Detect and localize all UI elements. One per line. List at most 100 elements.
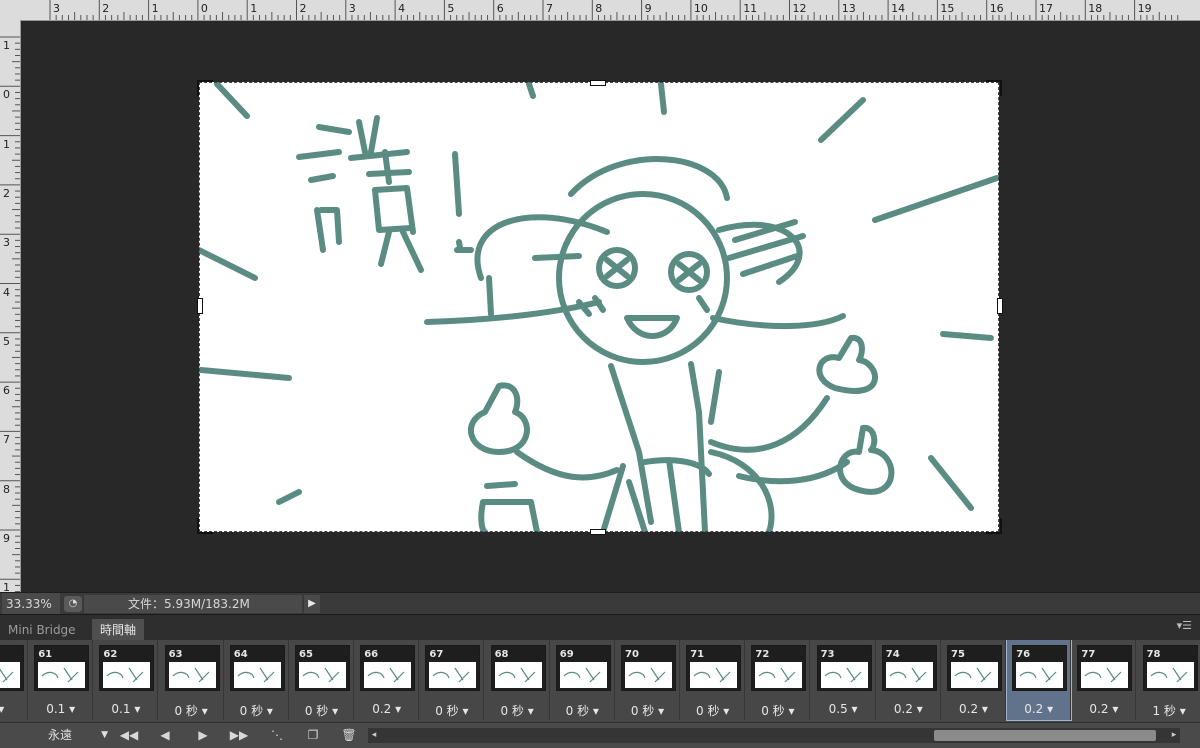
new-frame-icon[interactable]: ❐ xyxy=(302,726,324,745)
frame-delay[interactable]: 0 秒 ▾ xyxy=(551,702,614,719)
frame-preview-sketch xyxy=(628,667,666,683)
preview-stroke xyxy=(432,671,450,679)
frame-thumbnail: 76 xyxy=(1012,645,1068,691)
ruler-left-label: 2 xyxy=(3,186,10,200)
scroll-right-icon[interactable]: ▸ xyxy=(1168,728,1180,743)
transform-handle-bottom-right[interactable] xyxy=(986,518,1002,534)
frame-delay[interactable]: 0 秒 ▾ xyxy=(681,702,744,719)
frame-delay[interactable]: 0.2 ▾ xyxy=(1072,702,1135,716)
timeline-frame[interactable]: 65 0 秒 ▾ xyxy=(290,640,354,720)
ruler-top-label: 5 xyxy=(447,2,455,15)
preview-stroke xyxy=(520,667,530,681)
timeline-frame[interactable]: 66 0.2 ▾ xyxy=(355,640,420,720)
scroll-left-icon[interactable]: ◂ xyxy=(368,728,380,743)
timeline-frame[interactable]: 69 0 秒 ▾ xyxy=(551,640,615,720)
frame-preview-sketch xyxy=(563,667,601,683)
frame-delay[interactable]: 0.2 ▾ xyxy=(355,702,418,716)
preview-stroke xyxy=(976,667,986,681)
timeline-frame[interactable]: 62 0.1 ▾ xyxy=(94,640,159,720)
timeline-frame[interactable]: 67 0 秒 ▾ xyxy=(420,640,485,720)
frame-thumbnail: 67 xyxy=(425,645,481,691)
ruler-top-label: 19 xyxy=(1137,2,1152,15)
preview-stroke xyxy=(1041,667,1051,681)
preview-stroke xyxy=(237,671,255,679)
next-frame-button[interactable]: ▶▶ xyxy=(228,726,250,745)
status-menu-arrow-icon[interactable]: ▶ xyxy=(304,595,320,613)
frame-delay[interactable]: 0 秒 ▾ xyxy=(160,702,223,719)
preview-stroke xyxy=(0,668,8,681)
timeline-scrollbar[interactable]: ◂ ▸ xyxy=(368,728,1180,743)
frame-number: 65 xyxy=(299,648,321,661)
timeline-frame[interactable]: 74 0.2 ▾ xyxy=(877,640,941,720)
preview-stroke xyxy=(693,671,711,679)
ruler-top[interactable]: 3 2 1 0 1 2 3 4 5 6 7 8 9 10 11 12 13 14 15 16 17 18 19 xyxy=(0,0,1200,21)
preview-stroke xyxy=(194,667,204,681)
tab-mini-bridge[interactable]: Mini Bridge xyxy=(0,619,84,641)
timeline-frame[interactable]: 78 1 秒 ▾ xyxy=(1138,640,1200,720)
doc-info: 文件：5.93M/183.2M xyxy=(128,597,250,611)
transform-handle-left[interactable] xyxy=(197,298,203,314)
transform-handle-right[interactable] xyxy=(997,298,1003,314)
frame-delay[interactable]: 0.2 ▾ xyxy=(1007,702,1070,716)
transform-handle-top-left[interactable] xyxy=(197,80,213,96)
frame-delay[interactable]: 0 秒 ▾ xyxy=(225,702,288,719)
status-info-icon[interactable]: ◔ xyxy=(64,596,82,612)
timeline-frame[interactable]: 73 0.5 ▾ xyxy=(812,640,876,720)
timeline-frames: 1 ▾610.1 ▾620.1 ▾630 秒 ▾640 秒 ▾650 秒 ▾66… xyxy=(0,640,1200,722)
preview-stroke xyxy=(106,671,124,679)
timeline-frame[interactable]: 1 ▾ xyxy=(0,640,28,720)
frame-preview-sketch xyxy=(824,667,862,683)
first-frame-button[interactable]: ◀◀ xyxy=(118,726,140,745)
preview-stroke xyxy=(128,667,138,681)
frame-delay[interactable]: 0 秒 ▾ xyxy=(746,702,809,719)
loop-select[interactable]: 永遠 ▼ xyxy=(42,725,114,746)
frame-delay[interactable]: 0 秒 ▾ xyxy=(616,702,679,719)
timeline-frame[interactable]: 68 0 秒 ▾ xyxy=(486,640,550,720)
timeline-frame[interactable]: 75 0.2 ▾ xyxy=(942,640,1006,720)
tab-timeline[interactable]: 時間軸 xyxy=(92,619,145,641)
timeline-frame[interactable]: 70 0 秒 ▾ xyxy=(616,640,680,720)
ruler-top-label: 10 xyxy=(693,2,708,15)
frame-delay[interactable]: 0.2 ▾ xyxy=(942,702,1005,716)
frame-delay[interactable]: 0.1 ▾ xyxy=(94,702,157,716)
transform-handle-top-right[interactable] xyxy=(986,80,1002,96)
play-button[interactable]: ▶ xyxy=(192,726,214,745)
panel-menu-icon[interactable]: ▾☰ xyxy=(1177,619,1192,632)
preview-stroke xyxy=(954,671,972,679)
frame-delay[interactable]: 0 秒 ▾ xyxy=(420,702,483,719)
ruler-top-label: 4 xyxy=(398,2,406,15)
frame-delay[interactable]: 0.2 ▾ xyxy=(877,702,940,716)
frame-delay[interactable]: 0.1 ▾ xyxy=(29,702,92,716)
ruler-top-label: 15 xyxy=(940,2,955,15)
previous-frame-button[interactable]: ◀ xyxy=(154,726,176,745)
document-canvas[interactable] xyxy=(196,81,1000,535)
ruler-left-label: 5 xyxy=(3,334,10,348)
frame-delay[interactable]: 0 秒 ▾ xyxy=(486,702,549,719)
frame-delay[interactable]: 0 秒 ▾ xyxy=(290,702,353,719)
transform-handle-bottom[interactable] xyxy=(590,529,606,535)
timeline-frame[interactable]: 61 0.1 ▾ xyxy=(29,640,94,720)
frame-preview xyxy=(1081,662,1129,688)
frame-delay[interactable]: 1 秒 ▾ xyxy=(1138,702,1200,719)
delete-frame-icon[interactable]: 🗑 xyxy=(338,726,360,745)
tween-icon[interactable]: ⋱ xyxy=(266,726,288,745)
timeline-frame[interactable]: 63 0 秒 ▾ xyxy=(160,640,224,720)
ruler-left[interactable]: 1 0 1 2 3 4 5 6 7 8 9 1 xyxy=(0,20,21,592)
preview-stroke xyxy=(1172,667,1182,681)
timeline-frame[interactable]: 71 0 秒 ▾ xyxy=(681,640,746,720)
timeline-frame[interactable]: 72 0 秒 ▾ xyxy=(746,640,811,720)
frame-number: 73 xyxy=(820,648,843,661)
zoom-level[interactable]: 33.33% xyxy=(2,593,60,615)
frame-thumbnail: 62 xyxy=(99,645,155,691)
timeline-frame[interactable]: 76 0.2 ▾ xyxy=(1006,640,1073,721)
ruler-left-label: 1 xyxy=(3,137,10,151)
preview-stroke xyxy=(911,667,921,681)
loop-label: 永遠 xyxy=(48,728,73,742)
frame-delay[interactable]: 0.5 ▾ xyxy=(812,702,875,716)
transform-handle-bottom-left[interactable] xyxy=(197,518,213,534)
timeline-frame[interactable]: 64 0 秒 ▾ xyxy=(225,640,289,720)
frame-delay[interactable]: 1 ▾ xyxy=(0,702,27,716)
scrollbar-thumb[interactable] xyxy=(934,730,1156,741)
timeline-frame[interactable]: 77 0.2 ▾ xyxy=(1072,640,1137,720)
transform-handle-top[interactable] xyxy=(590,80,606,86)
